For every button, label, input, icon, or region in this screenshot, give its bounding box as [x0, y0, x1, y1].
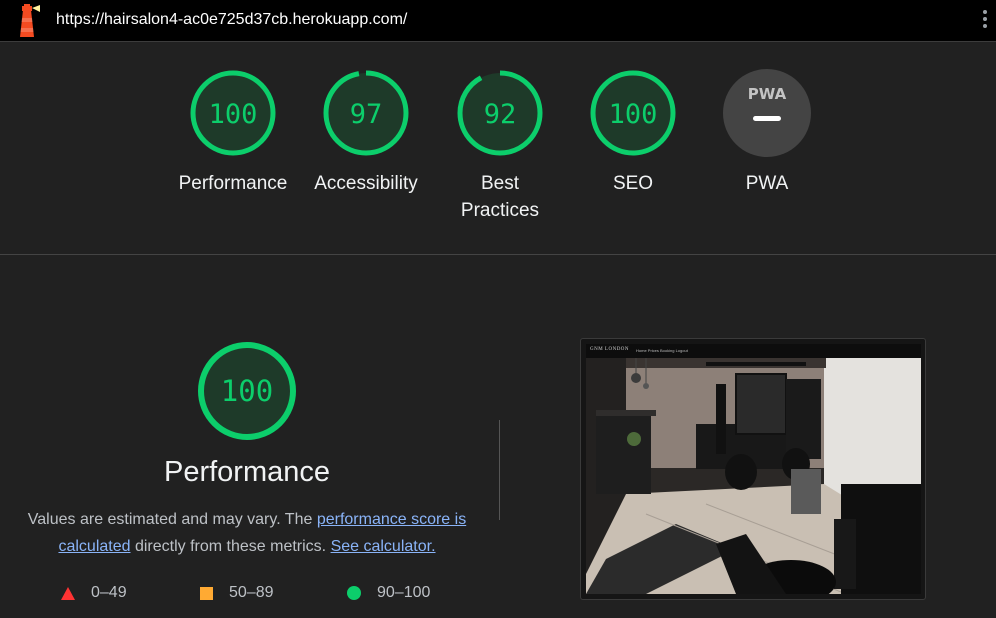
gauge-ring: 92: [457, 70, 543, 156]
circle-icon: [347, 586, 361, 600]
gauge-seo[interactable]: 100 SEO: [563, 68, 703, 197]
pwa-badge-icon: PWA: [723, 69, 811, 157]
gauge-ring: 100: [590, 70, 676, 156]
legend-range: 90–100: [377, 584, 431, 601]
gauge-accessibility[interactable]: 97 Accessibility: [296, 68, 436, 197]
legend-item-average: 50–89: [200, 584, 274, 602]
gauge-score: 92: [484, 99, 517, 130]
gauge-score: 97: [350, 99, 383, 130]
report-url: https://hairsalon4-ac0e725d37cb.herokuap…: [56, 11, 408, 28]
legend-range: 0–49: [91, 584, 127, 601]
description-text: Values are estimated and may vary. The: [27, 511, 317, 528]
screenshot-navbar: GNM LONDON Home Prices Booking Logout: [586, 344, 921, 358]
gauge-label: PWA: [745, 173, 789, 194]
performance-title: Performance: [163, 456, 330, 488]
more-vertical-icon[interactable]: [982, 10, 988, 32]
gauge-ring: 100: [190, 70, 276, 156]
gauge-label: Performance: [178, 173, 288, 194]
gauge-label: SEO: [612, 173, 654, 194]
legend-range: 50–89: [229, 584, 274, 601]
performance-description: Values are estimated and may vary. The p…: [20, 506, 474, 560]
square-icon: [200, 586, 213, 600]
final-screenshot[interactable]: GNM LONDON Home Prices Booking Logout: [580, 338, 926, 600]
top-bar: https://hairsalon4-ac0e725d37cb.herokuap…: [0, 0, 996, 42]
gauge-performance[interactable]: 100 Performance: [163, 68, 303, 197]
gauge-score: 100: [209, 99, 258, 130]
gauge-label: Accessibility: [314, 173, 418, 194]
gauge-ring: 97: [323, 70, 409, 156]
section-divider: [0, 254, 996, 255]
gauge-score: 100: [609, 99, 658, 130]
vertical-divider: [499, 420, 500, 520]
screenshot-brand: GNM LONDON: [590, 347, 630, 352]
score-scale-legend: 0–49 50–89 90–100: [0, 584, 494, 608]
gauge-label: Best Practices: [460, 173, 540, 221]
pwa-badge-text: PWA: [748, 85, 787, 103]
lighthouse-logo-icon: [14, 4, 40, 38]
performance-gauge: 100: [196, 340, 298, 442]
description-text: directly from these metrics.: [130, 538, 331, 555]
gauge-best-practices[interactable]: 92 Best Practices: [430, 68, 570, 224]
triangle-icon: [61, 586, 75, 600]
legend-item-fail: 0–49: [61, 584, 127, 602]
legend-item-pass: 90–100: [347, 584, 430, 602]
score-gauges: 100 Performance 97 Accessibility 92 Best…: [0, 42, 996, 254]
performance-score: 100: [221, 374, 273, 408]
gauge-pwa[interactable]: PWA PWA: [697, 68, 837, 197]
see-calculator-link[interactable]: See calculator.: [331, 538, 436, 555]
screenshot-nav-links: Home Prices Booking Logout: [636, 348, 688, 353]
screenshot-image: GNM LONDON Home Prices Booking Logout: [586, 344, 921, 594]
